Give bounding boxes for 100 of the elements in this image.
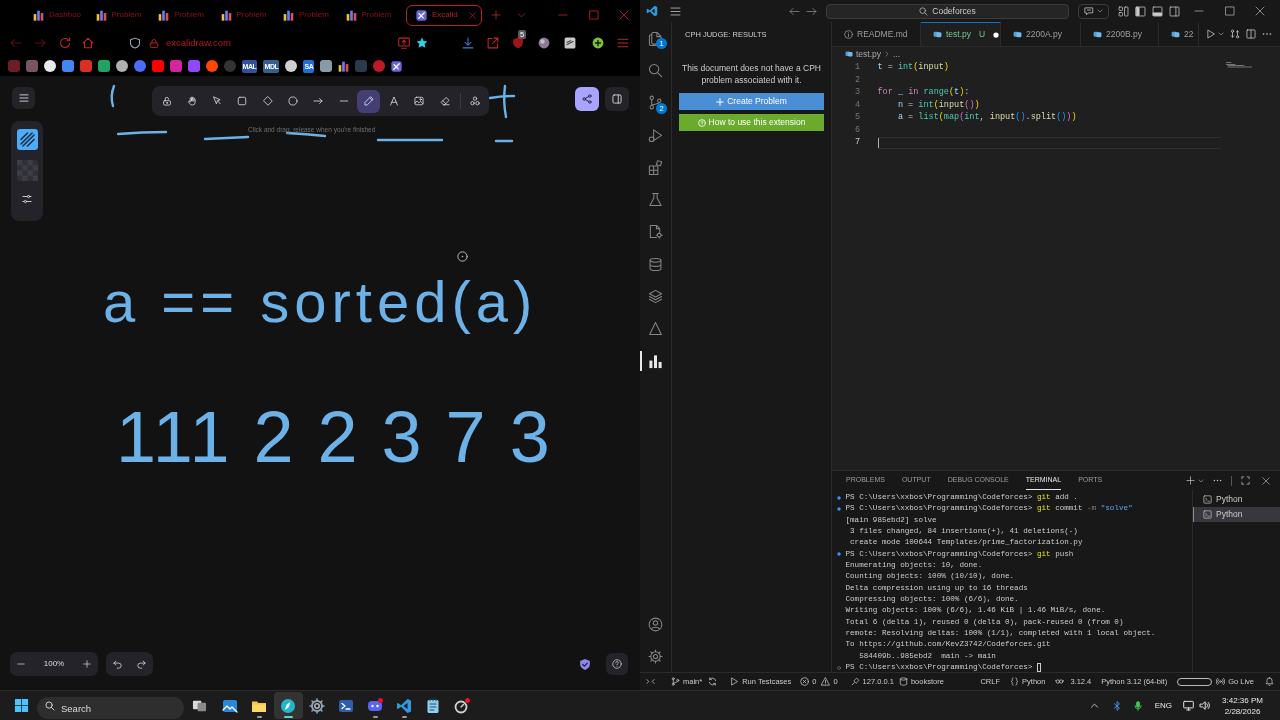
sphere-icon[interactable] (538, 37, 550, 49)
blocks-icon[interactable] (648, 159, 663, 175)
tool-button[interactable] (357, 89, 381, 113)
screen-icon[interactable] (398, 37, 410, 49)
zoom-out-icon[interactable] (17, 660, 25, 668)
sliders-icon[interactable] (22, 194, 32, 204)
command-center[interactable]: Codeforces (826, 3, 1069, 19)
speaker-icon[interactable] (1199, 700, 1211, 711)
shield-check-icon[interactable] (579, 658, 591, 671)
branch-icon[interactable] (648, 95, 663, 111)
stroke-swatch-icon[interactable] (16, 129, 38, 150)
download-icon[interactable] (462, 37, 474, 49)
play-icon[interactable] (1206, 29, 1216, 39)
editor-tab[interactable]: 2200A.py (1001, 22, 1081, 46)
code-line: n = int(input()) (896, 98, 980, 112)
transparent-swatch-icon[interactable] (16, 160, 38, 181)
panel-icon[interactable] (1152, 5, 1163, 17)
menu-icon[interactable] (670, 5, 681, 17)
bookmark-icon[interactable] (115, 60, 128, 72)
chat-button[interactable] (1078, 3, 1109, 19)
sync-icon[interactable] (708, 677, 718, 686)
arrow-icon (313, 96, 324, 106)
help-button[interactable] (606, 653, 628, 675)
language-indicator[interactable]: ENG (1154, 699, 1173, 712)
bookmark-icon[interactable] (97, 60, 110, 72)
task-view-icon[interactable] (192, 698, 207, 713)
editor-tab[interactable]: 22 (1159, 22, 1199, 46)
bookmark-icon[interactable] (285, 60, 298, 72)
bluetooth-icon[interactable] (1111, 700, 1122, 711)
share-button[interactable] (575, 87, 599, 111)
bar-chart-icon (220, 9, 232, 21)
striped-tile-icon[interactable] (564, 37, 576, 49)
editor-tab[interactable]: 2200B.py (1081, 22, 1159, 46)
bookmark-icon[interactable] (320, 60, 333, 72)
logo-icon[interactable] (391, 60, 403, 72)
shield-icon[interactable] (129, 37, 141, 49)
command-marker-icon (837, 507, 841, 511)
file-icon (845, 50, 853, 58)
editor-tab[interactable]: test.py U (921, 22, 1001, 46)
close-icon[interactable] (619, 10, 629, 20)
menu-icon (18, 93, 29, 103)
triangle-icon[interactable] (648, 321, 663, 337)
reload-icon[interactable] (58, 37, 71, 49)
bar-chart-icon[interactable] (648, 353, 663, 369)
chevron-up-icon[interactable] (1089, 701, 1099, 710)
terminal-session[interactable]: Python (1193, 492, 1280, 507)
chevron-down-icon[interactable] (1198, 477, 1204, 484)
remote-icon[interactable] (646, 677, 655, 686)
back-icon[interactable] (789, 5, 800, 17)
minimap-drawing (1226, 62, 1252, 68)
database-icon (898, 677, 908, 686)
bell-icon[interactable] (1265, 677, 1274, 686)
breadcrumb-item[interactable]: ... (893, 47, 901, 61)
undo-icon[interactable] (113, 659, 123, 669)
settings-icon[interactable] (648, 649, 663, 664)
windows-logo-icon[interactable] (14, 698, 29, 713)
maximize-icon[interactable] (589, 10, 599, 20)
sidebar-button[interactable] (605, 87, 629, 111)
maximize-panel-icon[interactable] (1241, 476, 1250, 485)
goggles-icon[interactable] (1055, 677, 1065, 686)
add-circle-icon[interactable] (592, 37, 604, 49)
redo-icon[interactable] (136, 659, 146, 669)
play-bug-icon[interactable] (648, 127, 663, 143)
menu-button[interactable] (12, 87, 35, 109)
microphone-icon[interactable] (1132, 700, 1143, 711)
sidebar-left-icon[interactable] (1135, 5, 1146, 17)
breadcrumb-item[interactable]: test.py (856, 47, 882, 61)
terminal-session[interactable]: Python (1193, 507, 1280, 522)
error-icon (800, 677, 810, 686)
files-icon[interactable] (648, 30, 663, 46)
home-icon[interactable] (82, 37, 94, 49)
bar-chart-icon (158, 9, 169, 21)
bookmark-icon[interactable] (205, 60, 218, 72)
zoom-in-icon[interactable] (83, 660, 91, 668)
bar-chart-icon[interactable] (338, 60, 350, 72)
pencil-icon (363, 96, 374, 106)
file-gear-icon[interactable] (648, 224, 663, 240)
compare-icon[interactable] (1230, 29, 1240, 39)
external-link-icon[interactable] (487, 37, 499, 49)
flask-icon[interactable] (648, 192, 663, 208)
pointer-icon (212, 96, 223, 106)
zoom-reset-button[interactable]: 100% (43, 658, 65, 670)
search-field[interactable]: Search (37, 697, 184, 719)
chevron-down-icon[interactable] (1218, 31, 1224, 37)
layers-icon[interactable] (648, 289, 663, 304)
monitor-icon[interactable] (1183, 700, 1195, 711)
bookmark-icon[interactable] (43, 60, 56, 72)
layout-icon[interactable] (1118, 5, 1129, 17)
shapes-icon (470, 96, 481, 106)
command-marker-icon (837, 552, 841, 557)
account-icon[interactable] (648, 617, 663, 632)
forward-icon[interactable] (806, 5, 817, 17)
split-editor-icon[interactable] (1246, 29, 1256, 39)
clock-time[interactable]: 3:42:36 PM (1222, 694, 1263, 706)
sidebar-right-icon[interactable] (1169, 5, 1180, 17)
star-icon[interactable] (416, 37, 428, 49)
search-icon[interactable] (648, 62, 663, 78)
database-icon[interactable] (648, 256, 663, 272)
clock-date[interactable]: 2/28/2026 (1224, 705, 1261, 717)
taskbar-button[interactable] (273, 692, 303, 719)
